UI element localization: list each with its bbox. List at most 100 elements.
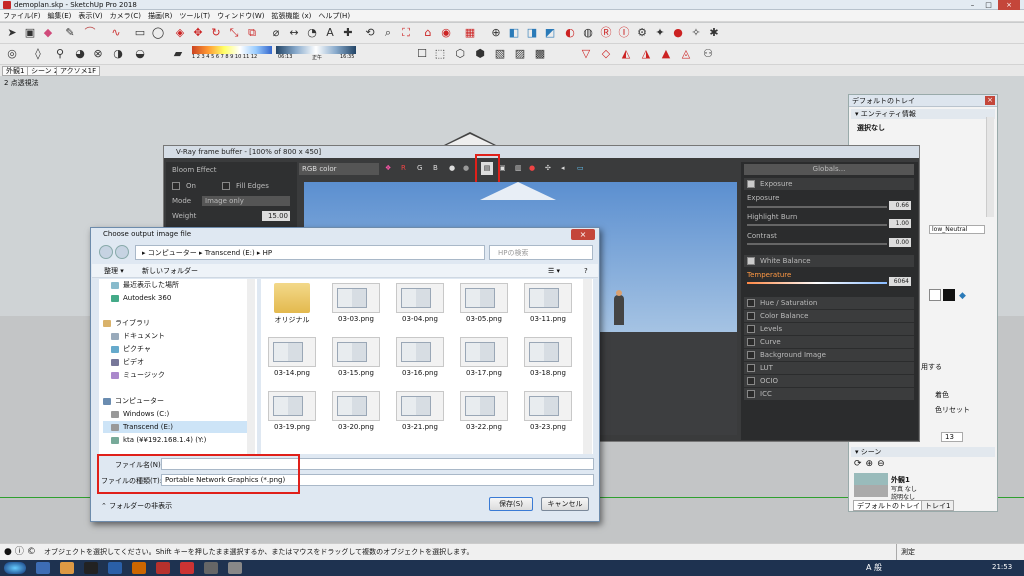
taskbar-firefox-icon[interactable]	[60, 562, 74, 574]
nav-libraries[interactable]: ライブラリ	[103, 317, 150, 329]
tray-close-icon[interactable]: ×	[985, 96, 995, 105]
menu-window[interactable]: ウィンドウ(W)	[217, 12, 264, 20]
history-icon[interactable]: ▭	[577, 164, 584, 172]
file-item[interactable]: 03-20.png	[325, 387, 387, 437]
date-slider[interactable]	[192, 46, 272, 54]
file-item[interactable]: 03-15.png	[325, 333, 387, 383]
back-icon[interactable]	[99, 245, 113, 259]
make-component-icon[interactable]: ▣	[22, 25, 38, 41]
paint-icon[interactable]: ◆	[959, 291, 966, 301]
nav-documents[interactable]: ドキュメント	[111, 330, 165, 342]
right-view-icon[interactable]: ◩	[542, 25, 558, 41]
eraser-icon[interactable]: ◆	[40, 25, 56, 41]
layer-lut[interactable]: LUT	[744, 362, 914, 374]
entity-info-header[interactable]: ▾ エンティティ情報	[851, 109, 995, 119]
tape-measure-icon[interactable]: ⌀	[268, 25, 284, 41]
save-button[interactable]: 保存(S)	[489, 497, 533, 511]
vray-asset-icon[interactable]: ⚙	[634, 25, 650, 41]
wireframe-icon[interactable]: ⬡	[452, 46, 468, 62]
hide-folders-toggle[interactable]: ⌃ フォルダーの非表示	[101, 501, 172, 511]
scenes-header[interactable]: ▾ シーン	[851, 447, 995, 457]
file-item[interactable]: 03-22.png	[453, 387, 515, 437]
sandbox-detail-icon[interactable]: ◬	[678, 46, 694, 62]
new-folder-button[interactable]: 新しいフォルダー	[142, 264, 198, 278]
clear-image-icon[interactable]: ▥	[515, 164, 522, 172]
zoom-extents-icon[interactable]: ⛶	[398, 25, 414, 41]
blue-channel-button[interactable]: B	[433, 164, 438, 172]
file-item[interactable]: 03-17.png	[453, 333, 515, 383]
highlight-slider[interactable]	[747, 224, 887, 226]
search-input[interactable]: HPの検索	[489, 245, 593, 260]
swatch-black[interactable]	[943, 289, 955, 301]
taskbar-explorer-icon[interactable]	[36, 562, 50, 574]
text-tool-icon[interactable]: A	[322, 25, 338, 41]
xray-style-icon[interactable]: ☐	[414, 46, 430, 62]
sandbox-scratch-icon[interactable]: ◇	[598, 46, 614, 62]
temperature-value[interactable]: 6064	[889, 277, 911, 286]
layer-icc[interactable]: ICC	[744, 388, 914, 400]
alpha-icon[interactable]: ●	[463, 164, 469, 172]
nav-drive-c[interactable]: Windows (C:)	[111, 408, 169, 420]
mono-icon[interactable]: ●	[449, 164, 455, 172]
menu-help[interactable]: ヘルプ(H)	[318, 12, 350, 20]
exposure-slider[interactable]	[747, 206, 887, 208]
layer-hue[interactable]: Hue / Saturation	[744, 297, 914, 309]
contrast-slider[interactable]	[747, 243, 887, 245]
menu-extensions[interactable]: 拡張機能 (x)	[271, 12, 311, 20]
nav-computer[interactable]: コンピューター	[103, 395, 164, 407]
file-item[interactable]: 03-11.png	[517, 279, 579, 329]
layer-curve[interactable]: Curve	[744, 336, 914, 348]
taskbar-app2-icon[interactable]	[228, 562, 242, 574]
nav-videos[interactable]: ビデオ	[111, 356, 144, 368]
layer-background-image[interactable]: Background Image	[744, 349, 914, 361]
tray-scrollbar[interactable]	[986, 117, 994, 217]
hidden-line-icon[interactable]: ⬢	[472, 46, 488, 62]
menu-edit[interactable]: 編集(E)	[48, 12, 72, 20]
select-tool-icon[interactable]: ➤	[4, 25, 20, 41]
position-camera-icon[interactable]: ⊗	[90, 46, 106, 62]
monochrome-icon[interactable]: ▩	[532, 46, 548, 62]
dialog-close-button[interactable]: ×	[571, 229, 595, 240]
line-tool-icon[interactable]: ✎	[62, 25, 78, 41]
front-view-icon[interactable]: ◨	[524, 25, 540, 41]
sandbox-smoove-icon[interactable]: ◭	[618, 46, 634, 62]
close-button[interactable]: ×	[998, 0, 1020, 10]
arc-tool-icon[interactable]: ⌒	[82, 25, 98, 41]
clock[interactable]: 21:53	[992, 563, 1012, 571]
sandbox-contours-icon[interactable]: ▽	[578, 46, 594, 62]
view-options-icon[interactable]: ☰ ▾	[548, 264, 560, 278]
exposure-value[interactable]: 0.66	[889, 201, 911, 210]
white-balance-row[interactable]: White Balance	[744, 255, 914, 267]
nav-pictures[interactable]: ピクチャ	[111, 343, 151, 355]
forward-icon[interactable]	[115, 245, 129, 259]
sandbox-drape-icon[interactable]: ▲	[658, 46, 674, 62]
taskbar-jw-icon[interactable]	[84, 562, 98, 574]
warehouse-icon[interactable]: ⌂	[420, 25, 436, 41]
mode-select[interactable]: Image only	[202, 196, 290, 206]
file-item[interactable]: 03-19.png	[261, 387, 323, 437]
start-button[interactable]	[4, 562, 26, 574]
green-channel-button[interactable]: G	[417, 164, 422, 172]
organize-button[interactable]: 整理 ▾	[104, 264, 124, 278]
tray-tab-default[interactable]: デフォルトのトレイ	[853, 500, 924, 511]
file-item[interactable]: 03-04.png	[389, 279, 451, 329]
extension-warehouse-icon[interactable]: ◉	[438, 25, 454, 41]
push-pull-icon[interactable]: ◈	[172, 25, 188, 41]
section-fill-icon[interactable]: ◑	[110, 46, 126, 62]
taskbar-photoshop-icon[interactable]	[108, 562, 122, 574]
status-icons[interactable]: ●ⓘ©	[4, 544, 39, 560]
taskbar-app-icon[interactable]	[204, 562, 218, 574]
menu-view[interactable]: 表示(V)	[78, 12, 102, 20]
vray-render-icon[interactable]: Ⓡ	[598, 25, 614, 41]
vray-light-icon[interactable]: ✦	[652, 25, 668, 41]
offset-tool-icon[interactable]: ⧉	[244, 25, 260, 41]
help-icon[interactable]: ?	[584, 264, 588, 278]
axes-icon[interactable]: ✚	[340, 25, 356, 41]
highlight-value[interactable]: 1.00	[889, 219, 911, 228]
file-item[interactable]: 03-18.png	[517, 333, 579, 383]
menu-tools[interactable]: ツール(T)	[179, 12, 210, 20]
nav-network-y[interactable]: kta (¥¥192.168.1.4) (Y:)	[111, 434, 206, 446]
nav-drive-e[interactable]: Transcend (E:)	[103, 421, 253, 433]
protractor-icon[interactable]: ◔	[304, 25, 320, 41]
look-around-icon[interactable]: ◕	[72, 46, 88, 62]
